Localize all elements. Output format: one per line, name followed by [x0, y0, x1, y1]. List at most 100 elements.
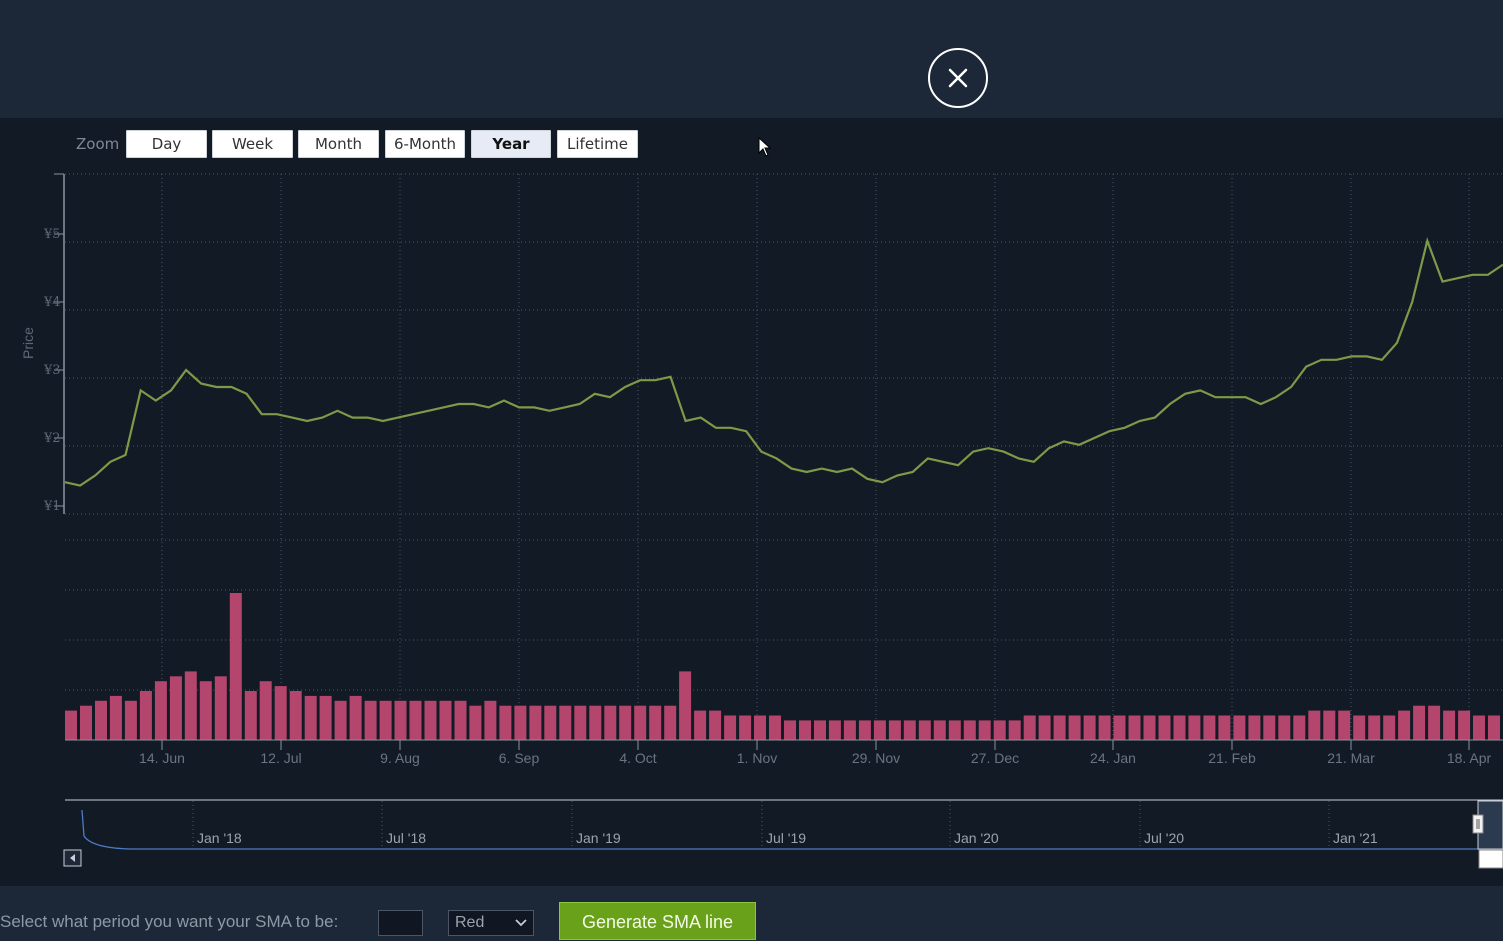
navigator-tick-label: Jan '21 [1333, 830, 1378, 846]
navigator-tick-label: Jul '19 [766, 830, 806, 846]
mouse-cursor-icon [758, 137, 772, 157]
zoom-year-button[interactable]: Year [471, 130, 551, 158]
volume-bar [469, 705, 482, 740]
volume-bar [1218, 715, 1231, 740]
volume-bar [754, 715, 766, 740]
volume-bar [169, 676, 182, 740]
volume-bar [769, 715, 781, 740]
volume-bar [888, 720, 901, 740]
zoom-week-button[interactable]: Week [212, 130, 293, 158]
volume-bar [858, 720, 871, 740]
x-tick-label: 14. Jun [139, 750, 185, 766]
volume-bar [948, 720, 961, 740]
x-tick-label: 18. Apr [1447, 750, 1492, 766]
volume-bar [319, 695, 332, 740]
volume-bar [95, 700, 107, 740]
y-tick-label: ¥1 [43, 499, 61, 514]
volume-bar [124, 700, 137, 740]
volume-bar [799, 720, 811, 740]
x-tick-label: 6. Sep [499, 750, 540, 766]
volume-bar [1023, 715, 1036, 740]
volume-bar [544, 705, 557, 740]
x-tick-label: 4. Oct [619, 750, 656, 766]
volume-bar [499, 705, 512, 740]
x-tick-label: 12. Jul [260, 750, 301, 766]
volume-bar [1233, 715, 1246, 740]
volume-bar [828, 720, 841, 740]
x-tick-label: 21. Mar [1327, 750, 1375, 766]
volume-bar [559, 705, 572, 740]
volume-bar [918, 720, 931, 740]
stock-chart[interactable]: ¥1 ¥2 ¥3 ¥4 ¥5 Price 14. Jun 12. Jul 9. Aug 6. … [0, 160, 1503, 886]
volume-bar [1098, 715, 1111, 740]
volume-bar [454, 700, 467, 740]
sma-color-select[interactable]: Red [448, 910, 534, 936]
top-bar [0, 0, 1503, 118]
x-tick-label: 21. Feb [1208, 750, 1256, 766]
zoom-day-button[interactable]: Day [126, 130, 207, 158]
volume-bar [1473, 715, 1485, 740]
volume-bar [1143, 715, 1156, 740]
volume-bar [1308, 710, 1321, 740]
volume-bar [634, 705, 647, 740]
volume-bar [814, 720, 826, 740]
x-tick-label: 9. Aug [380, 750, 420, 766]
volume-bar [1428, 705, 1441, 740]
volume-bar [963, 720, 976, 740]
zoom-month-button[interactable]: Month [298, 130, 379, 158]
volume-bar [664, 705, 677, 740]
volume-bar [843, 720, 856, 740]
navigator-tick-label: Jul '20 [1144, 830, 1184, 846]
volume-bar [1203, 715, 1216, 740]
sma-period-label: Select what period you want your SMA to … [0, 912, 339, 931]
close-button[interactable] [928, 48, 988, 108]
volume-bar [229, 593, 242, 740]
volume-bar [604, 705, 617, 740]
navigator-tick-label: Jan '18 [197, 830, 242, 846]
volume-bar [1263, 715, 1276, 740]
volume-bar [978, 720, 991, 740]
volume-bar [1278, 715, 1291, 740]
volume-bar [784, 720, 796, 740]
sma-period-input[interactable] [378, 910, 423, 936]
volume-bar [184, 671, 197, 740]
y-tick-label: ¥4 [43, 295, 61, 310]
volume-bar [1443, 710, 1456, 740]
generate-sma-button[interactable]: Generate SMA line [559, 902, 756, 940]
volume-bar [1353, 715, 1366, 740]
navigator-handle[interactable] [1472, 814, 1484, 834]
volume-bar [139, 691, 152, 740]
volume-bar [80, 705, 92, 740]
volume-bar [1113, 715, 1126, 740]
volume-bar [1188, 715, 1201, 740]
volume-bar [1323, 710, 1336, 740]
volume-bar [993, 720, 1006, 740]
navigator-tick-label: Jul '18 [386, 830, 426, 846]
volume-bar [1458, 710, 1471, 740]
volume-bar [214, 676, 227, 740]
volume-bar [304, 695, 317, 740]
navigator-scroll-right [1478, 849, 1503, 869]
volume-bar [484, 700, 497, 740]
volume-bar [933, 720, 946, 740]
y-tick-label: ¥2 [43, 431, 61, 446]
volume-bar [439, 700, 452, 740]
volume-bar [739, 715, 752, 740]
volume-bar [709, 710, 722, 740]
volume-bar [289, 691, 302, 740]
volume-bar [619, 705, 632, 740]
volume-bar [1068, 715, 1081, 740]
zoom-lifetime-button[interactable]: Lifetime [557, 130, 638, 158]
zoom-label: Zoom [76, 135, 120, 153]
volume-bar [1128, 715, 1141, 740]
volume-bar [65, 710, 77, 740]
volume-bar [349, 695, 362, 740]
y-tick-label: ¥5 [43, 227, 61, 242]
volume-bar [1338, 710, 1351, 740]
volume-bar [1053, 715, 1066, 740]
volume-bar [1248, 715, 1261, 740]
volume-bar [679, 671, 692, 740]
zoom-6month-button[interactable]: 6-Month [385, 130, 465, 158]
volume-bar [873, 720, 886, 740]
x-tick-label: 1. Nov [737, 750, 777, 766]
